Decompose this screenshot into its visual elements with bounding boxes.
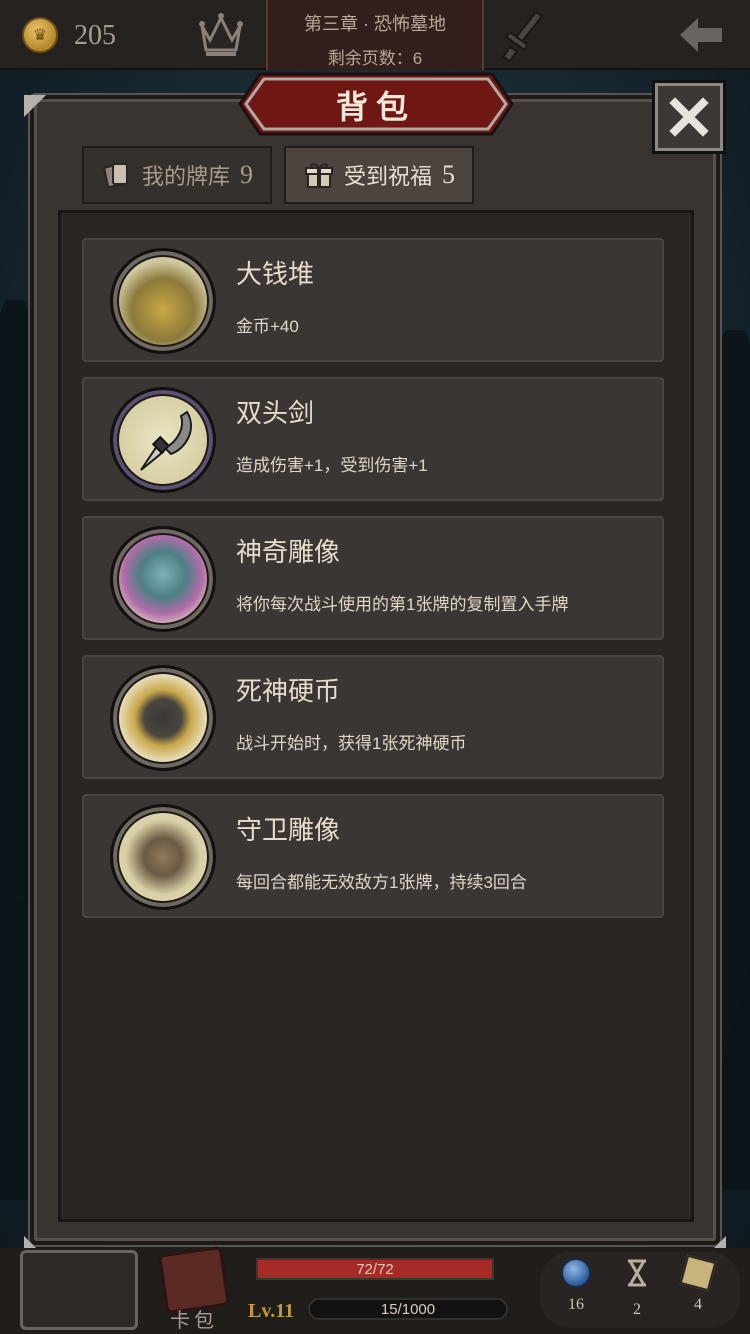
item-name: 大钱堆 <box>236 259 315 289</box>
stat-value: 2 <box>633 1301 641 1318</box>
item-name: 守卫雕像 <box>236 815 341 845</box>
item-desc: 每回合都能无效敌方1张牌，持续3回合 <box>236 873 527 892</box>
tab-label: 受到祝福 <box>344 164 433 189</box>
hourglass-icon <box>628 1259 646 1287</box>
stat-orb[interactable]: 16 <box>554 1258 598 1314</box>
item-name: 死神硬币 <box>236 676 341 706</box>
stat-card[interactable]: 4 <box>676 1254 720 1314</box>
pages-remaining: 剩余页数：6 <box>327 49 423 68</box>
player-level: Lv.11 <box>248 1300 295 1322</box>
guardian-statue-icon <box>110 804 216 910</box>
gargoyle-statue-icon <box>110 526 216 632</box>
blessing-item[interactable]: 大钱堆 金币+40 <box>82 238 664 362</box>
close-button[interactable] <box>652 80 726 154</box>
xp-text: 15/1000 <box>380 1301 436 1318</box>
xp-bar: 15/1000 <box>308 1298 508 1320</box>
close-icon <box>669 97 709 137</box>
blessing-item[interactable]: 神奇雕像 将你每次战斗使用的第1张牌的复制置入手牌 <box>82 516 664 640</box>
hp-text: 72/72 <box>356 1261 394 1278</box>
tab-count: 9 <box>240 160 254 189</box>
tab-label: 我的牌库 <box>142 164 231 189</box>
hp-bar: 72/72 <box>256 1258 494 1280</box>
top-bar: ♛ 205 第三章 · 恐怖墓地 剩余页数：6 <box>0 0 750 70</box>
item-desc: 战斗开始时，获得1张死神硬币 <box>236 734 467 753</box>
treasure-pile-icon <box>110 248 216 354</box>
coin-count: 205 <box>74 20 116 51</box>
panel-title: 背包 <box>335 89 416 125</box>
chapter-title: 第三章 · 恐怖墓地 <box>304 14 446 34</box>
sword-icon[interactable] <box>500 8 546 62</box>
coin-icon: ♛ <box>22 17 58 53</box>
orb-icon <box>561 1258 591 1288</box>
stat-hourglass[interactable]: 2 <box>615 1258 659 1319</box>
blessing-item[interactable]: 守卫雕像 每回合都能无效敌方1张牌，持续3回合 <box>82 794 664 918</box>
item-desc: 将你每次战斗使用的第1张牌的复制置入手牌 <box>236 595 569 614</box>
double-blade-icon <box>110 387 216 493</box>
back-arrow-icon[interactable] <box>676 10 726 60</box>
item-name: 双头剑 <box>236 398 315 428</box>
item-desc: 造成伤害+1，受到伤害+1 <box>236 456 428 475</box>
gift-icon <box>305 163 333 188</box>
card-icon <box>679 1254 717 1292</box>
crown-icon[interactable] <box>198 10 244 58</box>
card-pack-label[interactable]: 卡包 <box>170 1304 218 1333</box>
item-name: 神奇雕像 <box>236 537 341 567</box>
tab-count: 5 <box>442 160 456 189</box>
chapter-info: 第三章 · 恐怖墓地 剩余页数：6 <box>266 0 484 70</box>
blessing-item[interactable]: 双头剑 造成伤害+1，受到伤害+1 <box>82 377 664 501</box>
tab-my-deck[interactable]: 我的牌库 9 <box>82 146 272 204</box>
hero-portrait[interactable] <box>20 1250 138 1330</box>
stat-value: 16 <box>568 1296 584 1313</box>
stat-value: 4 <box>694 1296 702 1313</box>
item-desc: 金币+40 <box>236 317 299 336</box>
blessing-item[interactable]: 死神硬币 战斗开始时，获得1张死神硬币 <box>82 655 664 779</box>
cards-icon <box>103 163 128 188</box>
death-coin-icon <box>110 665 216 771</box>
tab-blessings[interactable]: 受到祝福 5 <box>284 146 474 204</box>
